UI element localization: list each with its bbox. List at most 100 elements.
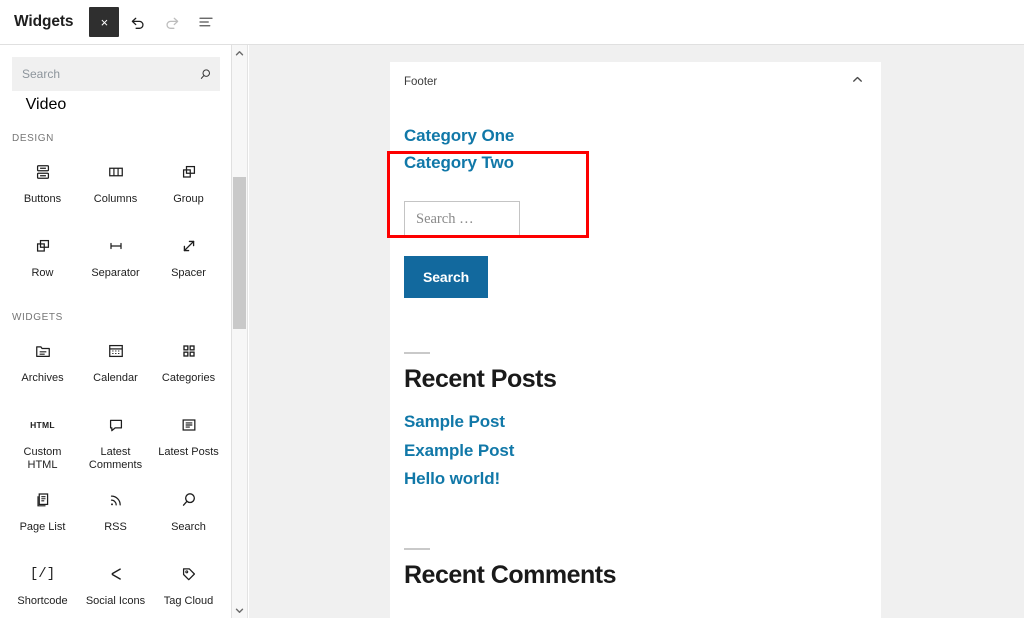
share-icon	[106, 562, 126, 586]
list-view-icon	[199, 17, 214, 27]
block-item-label: Row	[31, 267, 54, 279]
comment-icon	[106, 413, 126, 437]
top-toolbar: Widgets ×	[0, 0, 1024, 45]
category-link[interactable]: Category One	[404, 122, 867, 149]
scrollbar-thumb[interactable]	[233, 177, 246, 329]
block-item-rss[interactable]: RSS	[79, 478, 152, 552]
shortcode-icon: [/]	[29, 566, 56, 582]
section-label-design: DESIGN	[12, 133, 54, 144]
recent-post-link[interactable]: Example Post	[404, 437, 867, 466]
block-item-label: Categories	[161, 372, 216, 384]
block-item-page-list[interactable]: Page List	[6, 478, 79, 552]
search-icon[interactable]	[190, 57, 220, 91]
block-item-calendar[interactable]: Calendar	[79, 329, 152, 403]
recent-post-link[interactable]: Hello world!	[404, 465, 867, 494]
section-label-widgets: WIDGETS	[12, 312, 63, 323]
redo-icon	[166, 17, 179, 29]
calendar-icon	[106, 339, 126, 363]
widgets-block-grid: Archives Calendar Categories HTML Custom…	[0, 329, 231, 618]
block-item-latest-posts[interactable]: Latest Posts	[152, 403, 225, 478]
recent-posts-heading: Recent Posts	[404, 365, 557, 393]
undo-button[interactable]	[123, 7, 153, 37]
block-item-video[interactable]: Video	[10, 91, 82, 114]
undo-icon	[132, 17, 145, 29]
recent-comments-heading: Recent Comments	[404, 560, 617, 589]
block-item-shortcode[interactable]: [/] Shortcode	[6, 552, 79, 618]
block-item-separator[interactable]: Separator	[79, 224, 152, 298]
search-input[interactable]	[12, 67, 190, 81]
block-item-label: Latest Comments	[88, 446, 143, 471]
separator-icon	[106, 234, 126, 258]
tag-icon	[179, 562, 199, 586]
sidebar-scrollbar[interactable]	[232, 45, 248, 618]
close-icon: ×	[100, 14, 109, 30]
close-button[interactable]: ×	[89, 7, 120, 37]
block-item-social-icons[interactable]: Social Icons	[79, 552, 152, 618]
search-block-input-wrap[interactable]	[404, 201, 520, 237]
redo-button[interactable]	[157, 7, 187, 37]
block-item-label: Archives	[21, 372, 64, 384]
row-icon	[33, 234, 53, 258]
block-item-label: Spacer	[171, 267, 206, 279]
widget-area-header[interactable]: Footer	[390, 62, 881, 102]
group-icon	[179, 160, 199, 184]
block-item-categories[interactable]: Categories	[152, 329, 225, 403]
columns-icon	[106, 160, 126, 184]
block-item-label: Buttons	[23, 193, 62, 205]
category-link[interactable]: Category Two	[404, 149, 867, 176]
chevron-up-icon	[235, 50, 244, 55]
posts-icon	[179, 413, 199, 437]
widgets-editor: Widgets × Search Video DESIGN Buttons Co…	[0, 0, 1024, 618]
inserter-search[interactable]	[12, 57, 220, 91]
search-icon	[179, 488, 199, 512]
block-item-label: Calendar	[93, 372, 138, 384]
block-item-buttons[interactable]: Buttons	[6, 150, 79, 224]
chevron-up-icon	[853, 76, 862, 82]
scroll-up-arrow[interactable]	[232, 45, 247, 61]
chevron-down-icon	[235, 608, 244, 613]
divider	[404, 352, 430, 354]
categories-block[interactable]: Category One Category Two	[404, 108, 867, 176]
block-item-latest-comments[interactable]: Latest Comments	[79, 403, 152, 478]
block-item-archives[interactable]: Archives	[6, 329, 79, 403]
block-item-label: Video	[25, 96, 67, 113]
search-block-input[interactable]	[414, 209, 510, 229]
block-item-label: Group	[173, 193, 204, 205]
search-block-button[interactable]: Search	[404, 256, 489, 298]
page-list-icon	[33, 488, 53, 512]
widget-area-panel: Footer Category One Category Two Search	[390, 62, 881, 618]
block-item-columns[interactable]: Columns	[79, 150, 152, 224]
collapse-toggle[interactable]	[851, 73, 864, 91]
recent-posts-list: Sample Post Example Post Hello world!	[404, 408, 867, 494]
block-item-label: Latest Posts	[158, 446, 219, 458]
block-item-tag-cloud[interactable]: Tag Cloud	[152, 552, 225, 618]
block-item-search[interactable]: Search	[152, 478, 225, 552]
widget-area-body: Category One Category Two Search Recent …	[390, 102, 881, 590]
block-item-label: Custom HTML	[23, 446, 62, 471]
divider	[404, 547, 430, 550]
html-icon: HTML	[30, 420, 55, 430]
archives-icon	[33, 339, 53, 363]
page-title: Widgets	[14, 13, 74, 30]
widget-area-title: Footer	[404, 76, 438, 88]
block-inserter-sidebar: Video DESIGN Buttons	[0, 45, 232, 618]
scroll-down-arrow[interactable]	[232, 602, 247, 618]
block-item-custom-html[interactable]: HTML Custom HTML	[6, 403, 79, 478]
list-view-button[interactable]	[191, 7, 221, 37]
clipped-block-row: Video	[0, 91, 231, 119]
categories-icon	[179, 339, 199, 363]
recent-post-link[interactable]: Sample Post	[404, 408, 867, 437]
block-item-label: Page List	[19, 521, 66, 533]
block-item-spacer[interactable]: Spacer	[152, 224, 225, 298]
rss-icon	[106, 488, 126, 512]
block-item-row[interactable]: Row	[6, 224, 79, 298]
design-block-grid: Buttons Columns Group Row Separator Spac…	[0, 150, 231, 298]
block-item-group[interactable]: Group	[152, 150, 225, 224]
block-item-label: Shortcode	[17, 595, 68, 607]
buttons-icon	[33, 160, 53, 184]
block-item-label: Social Icons	[85, 595, 146, 607]
inserter-scroll-area: Video DESIGN Buttons Columns Group Row S…	[0, 91, 231, 618]
editor-canvas: Footer Category One Category Two Search	[249, 45, 1024, 618]
spacer-icon	[179, 234, 199, 258]
block-item-label: Search	[171, 521, 206, 533]
